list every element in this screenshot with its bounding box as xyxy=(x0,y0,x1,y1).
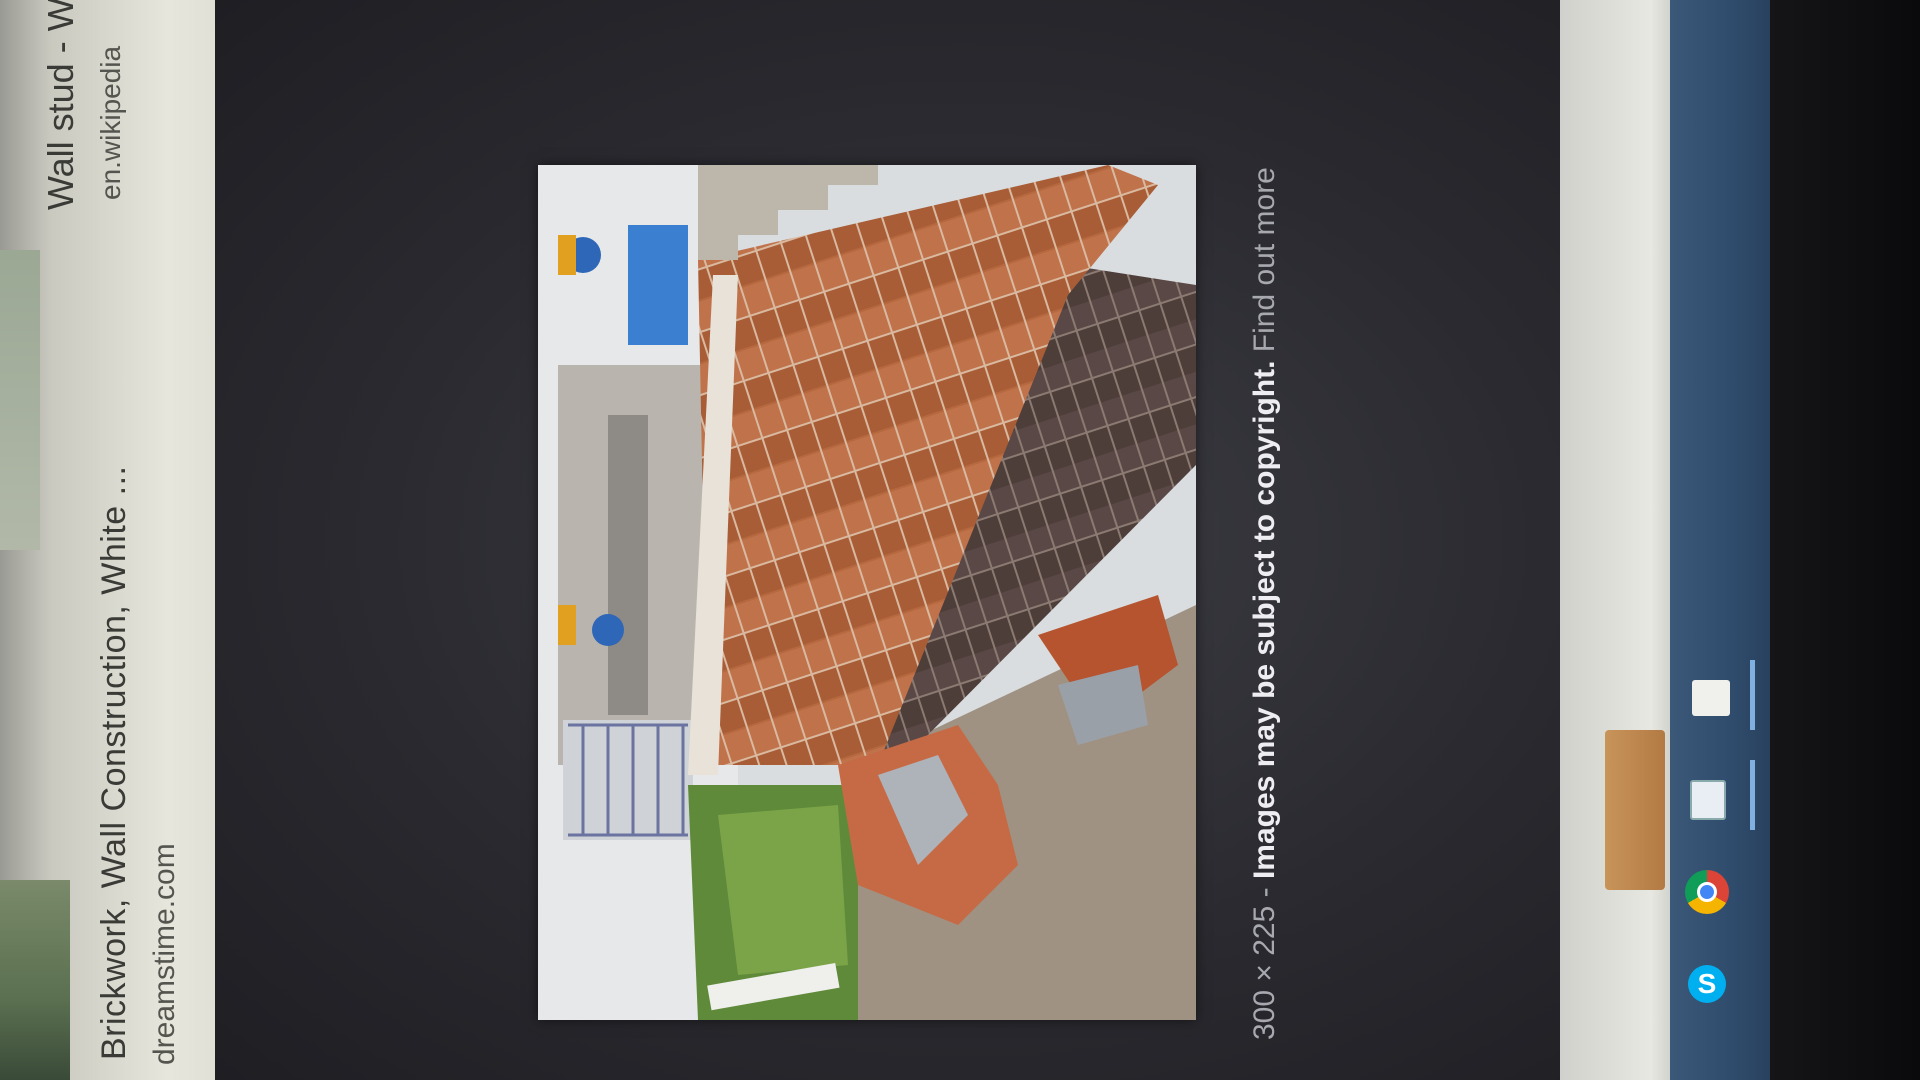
taskbar-active-indicator xyxy=(1750,760,1755,830)
copyright-notice: Images may be subject to copyright. xyxy=(1248,360,1281,880)
preview-caption: 300 × 225 - Images may be subject to cop… xyxy=(1248,167,1282,1040)
result-source: dreamstime.com xyxy=(148,843,181,1065)
related-image-thumbnail[interactable] xyxy=(1605,730,1665,890)
chrome-icon[interactable] xyxy=(1685,870,1729,914)
caption-separator: - xyxy=(1248,879,1281,906)
find-out-more-link[interactable]: Find out more xyxy=(1248,167,1281,352)
skype-icon[interactable]: S xyxy=(1688,965,1726,1003)
skype-glyph: S xyxy=(1697,968,1717,999)
notepad-icon[interactable] xyxy=(1690,780,1726,820)
image-dimensions: 300 × 225 xyxy=(1248,905,1281,1040)
result-thumbnail[interactable] xyxy=(0,250,40,550)
result-source: en.wikipedia xyxy=(95,45,126,200)
result-title[interactable]: Brickwork, Wall Construction, White ... xyxy=(95,466,134,1060)
taskbar-active-indicator xyxy=(1750,660,1755,730)
screen-photo: Brickwork, Wall Construction, White ... … xyxy=(0,0,1920,1080)
monitor-bezel xyxy=(1770,0,1920,1080)
preview-image[interactable] xyxy=(538,165,1196,1020)
film-icon[interactable] xyxy=(1692,680,1730,716)
result-thumbnail[interactable] xyxy=(0,880,70,1080)
result-title[interactable]: Wall stud - W xyxy=(40,0,82,210)
taskbar xyxy=(1670,0,1780,1080)
